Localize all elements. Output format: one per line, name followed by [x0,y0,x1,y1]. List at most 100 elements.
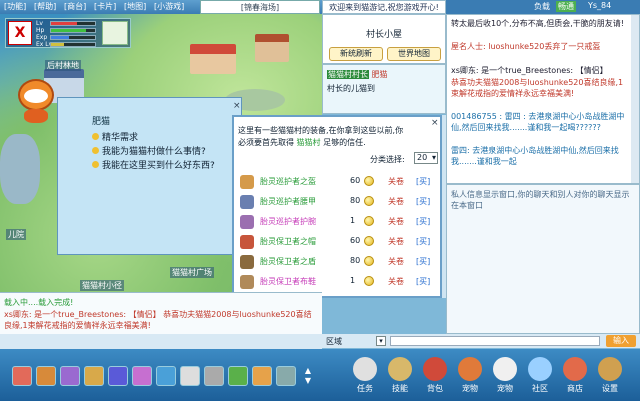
map-house-small[interactable] [255,34,289,62]
menu-shop-counter[interactable]: [商台] [64,1,86,13]
shop-item-row[interactable]: 胎灵巡护者之盔 60 关卷 [买] [240,173,436,191]
category-label: 分类选择: [370,155,405,164]
hat-icon [240,235,254,249]
shop-item-row[interactable]: 胎灵巡护者护腕 1 关卷 [买] [240,213,436,231]
settings-button[interactable]: 设置 [595,357,625,395]
pet-button[interactable]: 宠物 [455,357,485,395]
send-button[interactable]: 输入 [606,335,636,347]
quick-slot[interactable] [60,366,80,386]
shop-button[interactable]: 商店 [560,357,590,395]
tool-label: 社区 [532,384,548,393]
menu-map[interactable]: [地图] [124,1,146,13]
shop-item-row[interactable]: 胎灵保卫者布鞋 1 关卷 [买] [240,273,436,291]
buy-button[interactable]: [买] [416,256,430,267]
gear-icon [598,357,622,381]
slot-scroll-arrows[interactable]: ▲ ▼ [302,366,314,386]
chat-line: xs卿东: 是一个true_Breestones: 【情侣】 [451,66,608,75]
dialog-option-1[interactable]: 精华需求 [92,130,222,143]
shop-item-row[interactable]: 胎灵保卫者之帽 60 关卷 [买] [240,233,436,251]
menu-function[interactable]: [功能] [4,1,26,13]
bag-button[interactable]: 背包 [420,357,450,395]
location-title: 村长小屋 [365,30,402,40]
shop-intro-line: 这里有一些猫猫村的装备,在你拿到这些以前,你 [238,126,404,135]
close-icon[interactable]: × [233,101,241,111]
quick-slot[interactable] [132,366,152,386]
item-price: 80 [350,196,361,205]
quick-slot[interactable] [36,366,56,386]
item-detail-button[interactable]: 关卷 [388,196,404,207]
chat-line: xs卿东: 是一个true_Breestones: 【情侣】 恭喜功夫猫猫200… [4,310,312,330]
menu-help[interactable]: [帮助] [34,1,56,13]
item-price: 1 [350,276,356,285]
dialog-option-3[interactable]: 我能在这里买到什么好东西? [92,158,242,171]
panda-icon [493,357,517,381]
menu-cards[interactable]: [卡片] [94,1,116,13]
coin-icon [364,216,374,226]
task-button[interactable]: 任务 [350,357,380,395]
chat-scrollbar[interactable] [631,15,639,183]
npc-entry[interactable]: 猫猫村村长 肥猫 [327,69,443,80]
skill-button[interactable]: 技能 [385,357,415,395]
player-avatar[interactable]: X [8,21,32,45]
menu-minigames[interactable]: [小游戏] [154,1,184,13]
shop-intro-text: 必须要首先取得 [238,138,294,147]
pet-button-2[interactable]: 宠物 [490,357,520,395]
refresh-button[interactable]: 新统刷新 [329,47,383,61]
npc-desc: 村长的儿猫到 [327,84,375,93]
item-name: 胎灵巡护者腰甲 [260,197,316,206]
category-select[interactable]: 20 ▾ [414,152,438,164]
buy-button[interactable]: [买] [416,216,430,227]
item-detail-button[interactable]: 关卷 [388,216,404,227]
minimap-icon[interactable] [102,21,128,45]
buy-button[interactable]: [买] [416,276,430,287]
channel-dropdown[interactable]: ▾ [376,336,386,346]
buy-button[interactable]: [买] [416,196,430,207]
skill-icon [388,357,412,381]
shoes-icon [240,275,254,289]
quick-slot[interactable] [204,366,224,386]
community-button[interactable]: 社区 [525,357,555,395]
chevron-down-icon: ▾ [431,153,436,162]
shop-intro-link[interactable]: 猫猫村 [297,138,321,147]
map-house-red[interactable] [190,44,236,74]
map-label-path: 猫猫村小径 [80,280,124,291]
shop-item-row[interactable]: 胎灵巡护者腰甲 80 关卷 [买] [240,193,436,211]
scroll-icon [353,357,377,381]
item-detail-button[interactable]: 关卷 [388,276,404,287]
quick-slot[interactable] [84,366,104,386]
map-label-square: 猫猫村广场 [170,267,214,278]
option-icon [92,147,99,154]
dialog-option-2[interactable]: 我能为猫猫村做什么事情? [92,144,242,157]
tool-label: 任务 [357,384,373,393]
item-price: 60 [350,176,361,185]
community-icon [528,357,552,381]
quick-slot[interactable] [276,366,296,386]
chat-input[interactable] [390,336,600,346]
quick-slot[interactable] [180,366,200,386]
announcement-banner: 欢迎来到猫游记,祝您游戏开心! [322,0,446,14]
item-detail-button[interactable]: 关卷 [388,176,404,187]
quick-slot[interactable] [252,366,272,386]
option-label: 我能为猫猫村做什么事情? [102,147,206,157]
chat-line: 001486755 : 雷四 : 去港泉湖中心小岛战胜湖中仙,然后回来找我...… [451,112,625,132]
quick-slot[interactable] [156,366,176,386]
connection-tab[interactable]: 畅通 [556,1,576,12]
coin-icon [364,236,374,246]
item-detail-button[interactable]: 关卷 [388,256,404,267]
chat-line: 转太最后收10个,分布不高,但质会,干脆的朋友请! [451,19,625,28]
item-name: 胎灵保卫者之帽 [260,237,316,246]
item-detail-button[interactable]: 关卷 [388,236,404,247]
buy-button[interactable]: [买] [416,176,430,187]
shop-intro: 这里有一些猫猫村的装备,在你拿到这些以前,你 必须要首先取得 猫猫村 足够的信任… [238,125,434,149]
quick-slot[interactable] [12,366,32,386]
shield-icon [240,255,254,269]
map-rock [0,134,40,204]
buy-button[interactable]: [买] [416,236,430,247]
load-tab[interactable]: 负载 [534,1,550,12]
world-map-button[interactable]: 世界地图 [387,47,441,61]
quick-slot[interactable] [228,366,248,386]
lv-bar [50,21,96,26]
shop-item-row[interactable]: 胎灵保卫者之盾 80 关卷 [买] [240,253,436,271]
quick-slot[interactable] [108,366,128,386]
exlv-bar [50,42,96,47]
